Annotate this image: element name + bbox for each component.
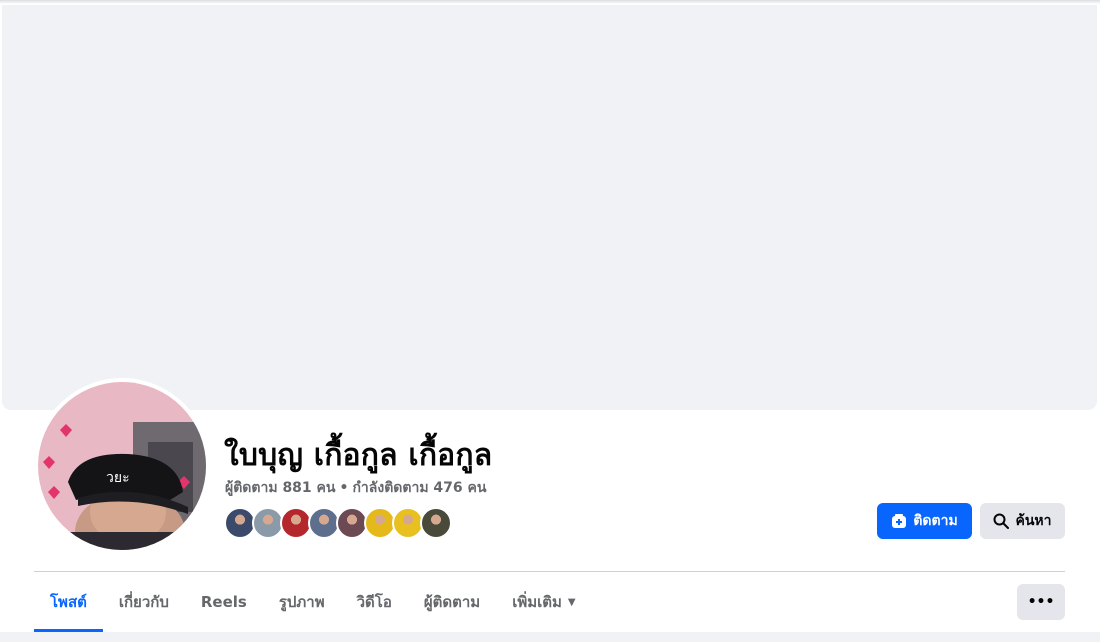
tab-reels[interactable]: Reels	[185, 572, 263, 632]
following-link[interactable]: กำลังติดตาม 476 คน	[352, 480, 486, 496]
svg-text:วยะ: วยะ	[106, 470, 130, 486]
tab-more[interactable]: เพิ่มเติม ▼	[496, 572, 591, 632]
tab-videos-label: วิดีโอ	[356, 593, 392, 611]
tab-about[interactable]: เกี่ยวกับ	[103, 572, 185, 632]
tab-photos[interactable]: รูปภาพ	[263, 572, 341, 632]
add-follow-icon	[892, 514, 907, 528]
search-button[interactable]: ค้นหา	[980, 503, 1065, 539]
caret-down-icon: ▼	[567, 596, 576, 608]
follow-label: ติดตาม	[913, 513, 958, 529]
profile-picture-frame[interactable]: วยะ	[34, 378, 210, 554]
friends-preview	[224, 507, 452, 539]
tab-followers[interactable]: ผู้ติดตาม	[408, 572, 496, 632]
cover-photo[interactable]	[2, 5, 1097, 410]
tab-photos-label: รูปภาพ	[278, 593, 325, 611]
tab-posts-label: โพสต์	[50, 593, 87, 611]
stats-separator: •	[339, 480, 349, 496]
content-area-edge	[0, 632, 1100, 642]
follow-button[interactable]: ติดตาม	[877, 503, 972, 539]
profile-picture[interactable]: วยะ	[38, 382, 206, 550]
tab-more-label: เพิ่มเติม	[512, 593, 562, 611]
tab-followers-label: ผู้ติดตาม	[423, 593, 481, 611]
profile-tabs: โพสต์ เกี่ยวกับ Reels รูปภาพ วิดีโอ ผู้ต…	[34, 572, 592, 632]
search-label: ค้นหา	[1015, 513, 1052, 529]
tab-videos[interactable]: วิดีโอ	[341, 572, 408, 632]
more-options-button[interactable]: •••	[1017, 584, 1065, 620]
top-navbar-shadow	[0, 0, 1100, 4]
friend-avatar-8[interactable]	[420, 507, 452, 539]
tab-about-label: เกี่ยวกับ	[118, 593, 169, 611]
search-icon	[993, 513, 1010, 529]
more-dots-icon: •••	[1027, 594, 1055, 610]
profile-name: ใบบุญ เกื้อกูล เกื้อกูล	[224, 438, 493, 473]
follow-stats: ผู้ติดตาม 881 คน • กำลังติดตาม 476 คน	[225, 477, 486, 499]
tab-reels-label: Reels	[200, 593, 247, 611]
tab-posts[interactable]: โพสต์	[34, 572, 103, 632]
followers-link[interactable]: ผู้ติดตาม 881 คน	[225, 480, 335, 496]
